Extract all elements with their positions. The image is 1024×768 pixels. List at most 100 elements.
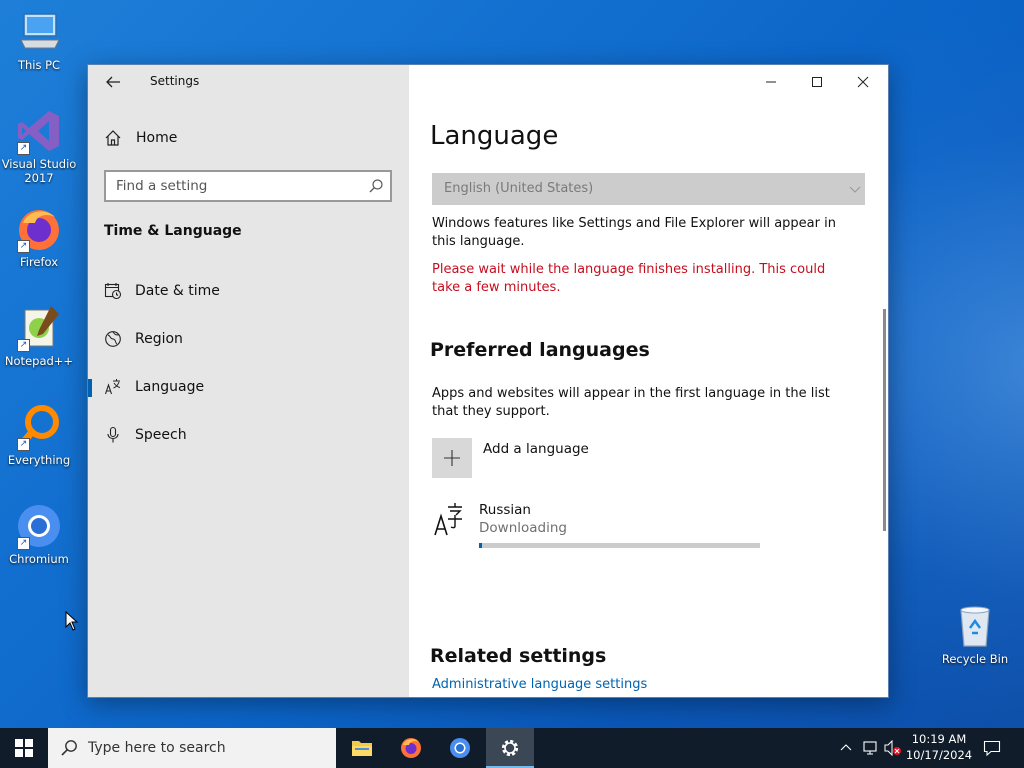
titlebar: Settings	[88, 65, 409, 99]
language-glyph-icon	[434, 503, 462, 536]
sidebar-item-label: Language	[135, 379, 205, 395]
add-language-tile	[432, 438, 472, 478]
sidebar-item-language[interactable]: Language	[88, 371, 409, 403]
taskbar-search-box[interactable]: Type here to search	[48, 728, 336, 768]
firefox-icon: ↗	[15, 205, 63, 253]
shortcut-arrow-icon: ↗	[17, 537, 30, 550]
install-warning-text: Please wait while the language finishes …	[432, 262, 826, 295]
minimize-icon	[766, 81, 776, 83]
plus-icon	[444, 450, 460, 466]
chromium-icon	[450, 738, 470, 758]
sidebar-item-label: Speech	[135, 427, 187, 443]
language-status: Downloading	[479, 520, 567, 536]
desktop: This PC ↗ Visual Studio 2017 ↗ Firefox ↗…	[0, 0, 1024, 728]
sidebar-item-label: Date & time	[135, 283, 220, 299]
close-icon	[857, 76, 869, 88]
network-icon[interactable]	[862, 740, 878, 756]
desktop-icon-label: Everything	[7, 453, 71, 467]
folder-icon	[352, 741, 372, 756]
desktop-icon-firefox[interactable]: ↗ Firefox	[1, 205, 77, 269]
volume-muted-icon[interactable]	[884, 740, 902, 756]
window-title: Settings	[150, 74, 200, 88]
shortcut-arrow-icon: ↗	[17, 142, 30, 155]
taskbar-app-firefox[interactable]	[387, 728, 435, 768]
language-download-progress	[479, 543, 760, 548]
find-setting-search-input[interactable]: Find a setting	[104, 170, 392, 202]
sidebar-item-date-time[interactable]: Date & time	[88, 275, 409, 307]
calendar-clock-icon	[104, 283, 122, 300]
maximize-icon	[812, 77, 822, 87]
chromium-icon: ↗	[15, 502, 63, 550]
shortcut-arrow-icon: ↗	[17, 339, 30, 352]
home-icon	[105, 130, 121, 146]
administrative-language-settings-link[interactable]: Administrative language settings	[432, 677, 647, 692]
firefox-icon	[401, 738, 421, 758]
content-scrollbar[interactable]	[883, 309, 886, 531]
language-list-item-russian[interactable]: Russian Downloading	[432, 502, 772, 558]
desktop-icon-label: Notepad++	[4, 354, 74, 368]
desktop-icon-label: This PC	[17, 58, 61, 72]
search-icon	[61, 740, 77, 756]
visual-studio-icon: ↗	[15, 107, 63, 155]
desktop-icon-label: Recycle Bin	[941, 652, 1009, 666]
language-name: Russian	[479, 502, 531, 518]
add-language-label: Add a language	[483, 441, 589, 457]
desktop-icon-label: Firefox	[19, 255, 59, 269]
desktop-icon-everything[interactable]: ↗ Everything	[1, 403, 77, 467]
taskbar-app-file-explorer[interactable]	[338, 728, 386, 768]
computer-icon	[15, 8, 63, 56]
nav-home[interactable]: Home	[104, 127, 394, 151]
chevron-down-icon	[849, 186, 861, 193]
desktop-icon-notepad-plus-plus[interactable]: ↗ Notepad++	[1, 304, 77, 368]
chevron-up-icon[interactable]	[840, 742, 852, 754]
minimize-button[interactable]	[748, 65, 794, 99]
taskbar-search-placeholder: Type here to search	[88, 740, 226, 756]
desktop-icon-label: Chromium	[9, 552, 69, 566]
taskbar-clock[interactable]: 10:19 AM 10/17/2024	[904, 731, 974, 763]
search-placeholder: Find a setting	[116, 178, 208, 194]
settings-window: Settings Home Find a setting Time & Lang…	[87, 64, 889, 698]
settings-content: Language English (United States) Windows…	[409, 65, 888, 697]
shortcut-arrow-icon: ↗	[17, 438, 30, 451]
system-tray	[838, 728, 901, 768]
windows-logo-icon	[15, 739, 33, 757]
sidebar-item-label: Region	[135, 331, 183, 347]
display-language-description: Windows features like Settings and File …	[432, 216, 836, 249]
shortcut-arrow-icon: ↗	[17, 240, 30, 253]
back-button[interactable]	[102, 71, 124, 93]
everything-search-icon: ↗	[15, 403, 63, 451]
desktop-icon-recycle-bin[interactable]: Recycle Bin	[937, 602, 1013, 666]
preferred-languages-heading: Preferred languages	[430, 339, 650, 361]
language-icon	[104, 379, 121, 395]
preferred-languages-description: Apps and websites will appear in the fir…	[432, 386, 830, 419]
taskbar-app-settings[interactable]	[486, 728, 534, 768]
sidebar-item-speech[interactable]: Speech	[88, 419, 409, 451]
clock-date: 10/17/2024	[905, 748, 973, 762]
desktop-icon-visual-studio[interactable]: ↗ Visual Studio 2017	[1, 107, 77, 185]
desktop-icon-this-pc[interactable]: This PC	[1, 8, 77, 72]
desktop-icon-label: Visual Studio 2017	[1, 157, 77, 185]
recycle-bin-icon	[951, 602, 999, 650]
back-arrow-icon	[106, 76, 120, 88]
mouse-cursor-icon	[65, 611, 79, 631]
close-button[interactable]	[840, 65, 886, 99]
clock-time: 10:19 AM	[911, 732, 967, 746]
settings-sidebar: Settings Home Find a setting Time & Lang…	[88, 65, 409, 697]
desktop-icon-chromium[interactable]: ↗ Chromium	[1, 502, 77, 566]
active-indicator	[88, 379, 92, 397]
taskbar-app-chromium[interactable]	[436, 728, 484, 768]
windows-display-language-select[interactable]: English (United States)	[432, 173, 865, 205]
gear-icon	[501, 739, 519, 757]
globe-icon	[105, 331, 121, 347]
maximize-button[interactable]	[794, 65, 840, 99]
progress-fill	[479, 543, 482, 548]
microphone-icon	[107, 426, 119, 443]
sidebar-item-region[interactable]: Region	[88, 323, 409, 355]
nav-home-label: Home	[136, 130, 178, 146]
add-language-button[interactable]: Add a language	[432, 438, 732, 478]
sidebar-section-heading: Time & Language	[104, 223, 242, 239]
start-button[interactable]	[0, 728, 48, 768]
action-center-button[interactable]	[980, 728, 1004, 768]
page-title: Language	[430, 121, 559, 151]
notepad-plus-plus-icon: ↗	[15, 304, 63, 352]
